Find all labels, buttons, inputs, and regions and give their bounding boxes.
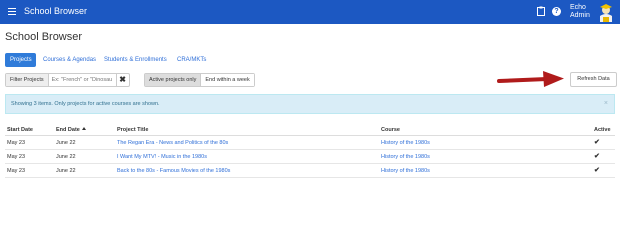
cell-end-date: June 22: [56, 140, 76, 146]
tab-cra-mkts[interactable]: CRA/MKTs: [172, 53, 211, 67]
header-project-title[interactable]: Project Title: [117, 124, 148, 136]
cell-start-date: May 23: [7, 168, 26, 174]
projects-table: Start Date End Date Project Title Course…: [5, 124, 615, 178]
app-title[interactable]: School Browser: [24, 6, 87, 16]
filter-label: Filter Projects: [6, 74, 49, 86]
active-check-icon: ✔: [594, 167, 600, 174]
header-end-date-label: End Date: [56, 127, 80, 133]
project-title-link[interactable]: I Want My MTV! - Music in the 1980s: [117, 150, 207, 164]
tab-students-enrollments[interactable]: Students & Enrollments: [99, 53, 172, 67]
help-icon[interactable]: ?: [552, 7, 561, 16]
project-filter: Filter Projects ✖: [5, 73, 130, 87]
active-only-toggle[interactable]: Active projects only: [145, 74, 202, 86]
end-within-week-toggle[interactable]: End within a week: [201, 74, 254, 86]
active-check-icon: ✔: [594, 153, 600, 160]
table-header: Start Date End Date Project Title Course…: [5, 124, 615, 136]
active-check-icon: ✔: [594, 139, 600, 146]
clear-filter-button[interactable]: ✖: [115, 74, 129, 86]
page-title: School Browser: [5, 31, 83, 43]
info-alert: Showing 3 items. Only projects for activ…: [5, 94, 615, 114]
sort-asc-icon: [81, 127, 86, 130]
close-alert-icon[interactable]: ×: [604, 95, 608, 113]
header-active[interactable]: Active: [594, 124, 611, 136]
top-navbar: School Browser ? Echo Admin: [0, 0, 620, 24]
course-link[interactable]: History of the 1980s: [381, 164, 430, 178]
header-course[interactable]: Course: [381, 124, 400, 136]
tab-projects[interactable]: Projects: [5, 53, 36, 67]
menu-icon[interactable]: [8, 8, 16, 15]
table-row: May 23 June 22 I Want My MTV! - Music in…: [5, 150, 615, 164]
tab-courses-agendas[interactable]: Courses & Agendas: [38, 53, 101, 67]
header-start-date[interactable]: Start Date: [7, 124, 33, 136]
table-row: May 23 June 22 The Regan Era - News and …: [5, 136, 615, 150]
annotation-arrow: [497, 71, 564, 87]
project-title-link[interactable]: The Regan Era - News and Politics of the…: [117, 136, 228, 150]
table-row: May 23 June 22 Back to the 80s - Famous …: [5, 164, 615, 178]
course-link[interactable]: History of the 1980s: [381, 150, 430, 164]
clipboard-icon[interactable]: [537, 6, 545, 16]
user-name[interactable]: Echo Admin: [570, 4, 600, 20]
cell-end-date: June 22: [56, 154, 76, 160]
header-end-date[interactable]: End Date: [56, 124, 86, 136]
cell-start-date: May 23: [7, 140, 26, 146]
info-message: Showing 3 items. Only projects for activ…: [11, 101, 160, 107]
refresh-data-button[interactable]: Refresh Data: [570, 72, 617, 87]
course-link[interactable]: History of the 1980s: [381, 136, 430, 150]
cell-end-date: June 22: [56, 168, 76, 174]
cell-start-date: May 23: [7, 154, 26, 160]
project-title-link[interactable]: Back to the 80s - Famous Movies of the 1…: [117, 164, 230, 178]
avatar[interactable]: [598, 1, 614, 23]
filter-input[interactable]: [48, 74, 116, 86]
project-toggle-group: Active projects only End within a week: [144, 73, 255, 87]
